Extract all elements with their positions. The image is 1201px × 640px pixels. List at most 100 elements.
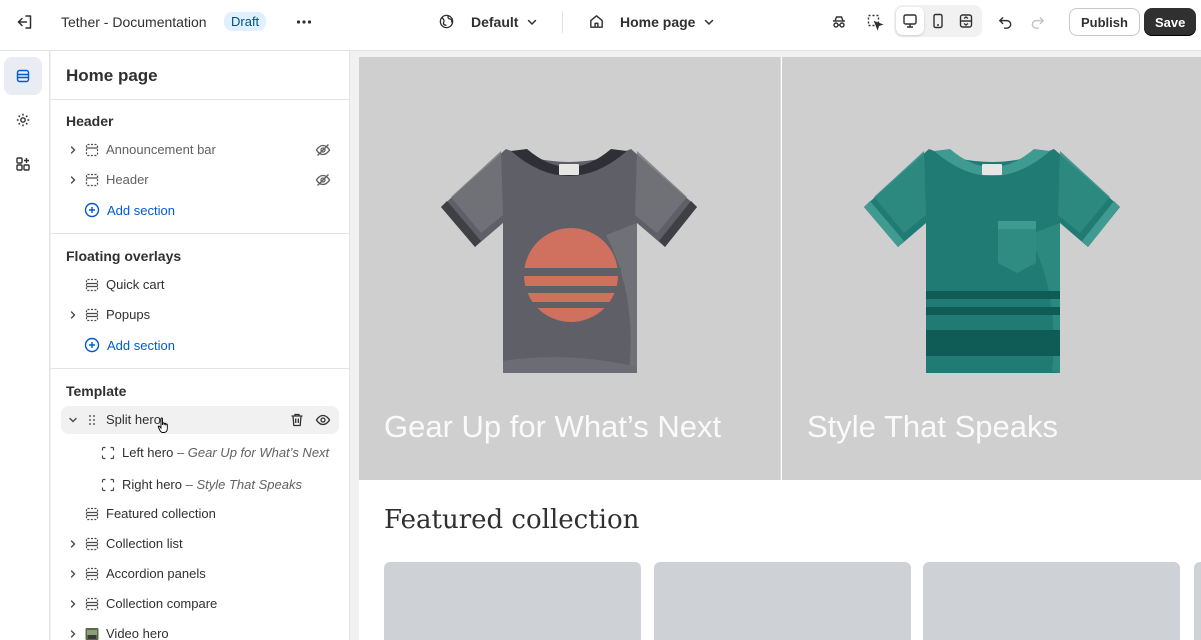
section-row-header[interactable]: Header	[61, 166, 339, 194]
publish-button[interactable]: Publish	[1069, 8, 1140, 36]
block-subtitle: – Style That Speaks	[185, 477, 302, 492]
drag-handle-icon[interactable]	[85, 413, 99, 427]
more-horizontal-icon	[296, 20, 312, 24]
group-title-floating-overlays: Floating overlays	[66, 248, 182, 264]
add-section-label: Add section	[107, 337, 175, 353]
desktop-view-button[interactable]	[896, 7, 924, 35]
section-row-split-hero[interactable]: Split hero	[61, 406, 339, 434]
section-row-announcement-bar[interactable]: Announcement bar	[61, 136, 339, 164]
storefront-canvas: Gear Up for What’s Next Style That Speak…	[359, 57, 1201, 640]
undo-button[interactable]	[990, 7, 1020, 37]
eye-off-icon[interactable]	[315, 172, 331, 188]
block-row-left-hero[interactable]: Left hero – Gear Up for What’s Next	[61, 439, 339, 467]
theme-selector[interactable]: Default	[438, 13, 538, 30]
fullscreen-view-button[interactable]	[952, 7, 980, 35]
chevron-right-icon[interactable]	[66, 567, 80, 581]
group-title-template: Template	[66, 383, 127, 399]
video-thumbnail-icon	[85, 628, 99, 640]
section-row-featured-collection[interactable]: Featured collection	[61, 500, 339, 528]
preview-mode-button[interactable]	[824, 7, 854, 37]
chevron-right-icon[interactable]	[66, 173, 80, 187]
add-section-label: Add section	[107, 202, 175, 218]
section-icon	[85, 567, 99, 581]
block-label: Right hero – Style That Speaks	[122, 477, 302, 492]
block-name: Left hero	[122, 445, 174, 460]
section-icon	[85, 308, 99, 322]
more-actions-button[interactable]	[289, 7, 319, 37]
left-hero[interactable]: Gear Up for What’s Next	[359, 57, 781, 480]
sidebar-title: Home page	[66, 66, 158, 85]
redo-icon	[1031, 16, 1044, 29]
redo-button[interactable]	[1022, 7, 1052, 37]
theme-settings-nav-button[interactable]	[4, 101, 42, 139]
section-label: Collection list	[106, 536, 183, 551]
chevron-right-icon[interactable]	[66, 537, 80, 551]
gear-icon	[16, 113, 30, 127]
section-icon	[85, 278, 99, 292]
chevron-down-icon[interactable]	[66, 413, 80, 427]
apps-nav-button[interactable]	[4, 145, 42, 183]
select-cursor-icon	[867, 14, 884, 31]
add-section-header[interactable]: Add section	[84, 202, 175, 218]
section-label: Featured collection	[106, 506, 216, 521]
block-name: Right hero	[122, 477, 182, 492]
home-icon	[590, 15, 603, 28]
section-icon	[85, 597, 99, 611]
delete-icon[interactable]	[289, 412, 305, 428]
viewport-toggle	[894, 5, 982, 37]
apps-icon	[16, 157, 30, 171]
plus-circle-icon	[84, 202, 100, 218]
section-row-collection-list[interactable]: Collection list	[61, 530, 339, 558]
chevron-right-icon[interactable]	[66, 143, 80, 157]
section-label: Video hero	[106, 626, 169, 640]
store-title: Tether - Documentation	[61, 14, 207, 30]
sections-sidebar: Home page Header Announcement bar Header…	[51, 51, 350, 640]
undo-icon	[998, 16, 1011, 29]
teal-tshirt-image	[864, 149, 1120, 373]
section-row-accordion-panels[interactable]: Accordion panels	[61, 560, 339, 588]
save-button[interactable]: Save	[1144, 8, 1197, 36]
chevron-right-icon[interactable]	[66, 597, 80, 611]
sections-nav-button[interactable]	[4, 57, 42, 95]
section-icon	[85, 537, 99, 551]
section-label: Header	[106, 172, 149, 187]
top-bar: Tether - Documentation Draft Default Hom…	[0, 0, 1201, 51]
chevron-right-icon[interactable]	[66, 308, 80, 322]
mobile-icon	[933, 13, 943, 29]
mobile-view-button[interactable]	[924, 7, 952, 35]
product-card[interactable]	[1194, 562, 1201, 640]
page-selector[interactable]: Home page	[588, 13, 715, 30]
product-card[interactable]	[923, 562, 1180, 640]
section-icon	[85, 507, 99, 521]
theme-selector-label: Default	[471, 13, 519, 30]
section-row-quick-cart[interactable]: Quick cart	[61, 271, 339, 299]
grey-tshirt-image	[441, 149, 697, 373]
add-section-overlays[interactable]: Add section	[84, 337, 175, 353]
page-selector-label: Home page	[620, 13, 696, 30]
block-row-right-hero[interactable]: Right hero – Style That Speaks	[61, 471, 339, 499]
exit-button[interactable]	[10, 7, 40, 37]
block-icon	[101, 446, 115, 460]
inspector-button[interactable]	[860, 7, 890, 37]
section-row-video-hero[interactable]: Video hero	[61, 620, 339, 640]
section-label: Announcement bar	[106, 142, 216, 157]
header-section-icon	[85, 173, 99, 187]
section-row-collection-compare[interactable]: Collection compare	[61, 590, 339, 618]
right-hero[interactable]: Style That Speaks	[782, 57, 1201, 480]
section-label: Accordion panels	[106, 566, 206, 581]
group-title-header: Header	[66, 113, 114, 129]
product-card[interactable]	[384, 562, 641, 640]
section-label: Popups	[106, 307, 151, 322]
exit-icon	[17, 15, 32, 29]
plus-circle-icon	[84, 337, 100, 353]
incognito-icon	[833, 16, 845, 28]
chevron-right-icon[interactable]	[66, 627, 80, 640]
eye-icon[interactable]	[315, 412, 331, 428]
divider	[51, 233, 349, 234]
section-label: Collection compare	[106, 596, 218, 611]
product-card[interactable]	[654, 562, 911, 640]
section-row-popups[interactable]: Popups	[61, 301, 339, 329]
globe-icon	[439, 14, 454, 29]
pointer-cursor-icon	[157, 417, 168, 433]
eye-off-icon[interactable]	[315, 142, 331, 158]
